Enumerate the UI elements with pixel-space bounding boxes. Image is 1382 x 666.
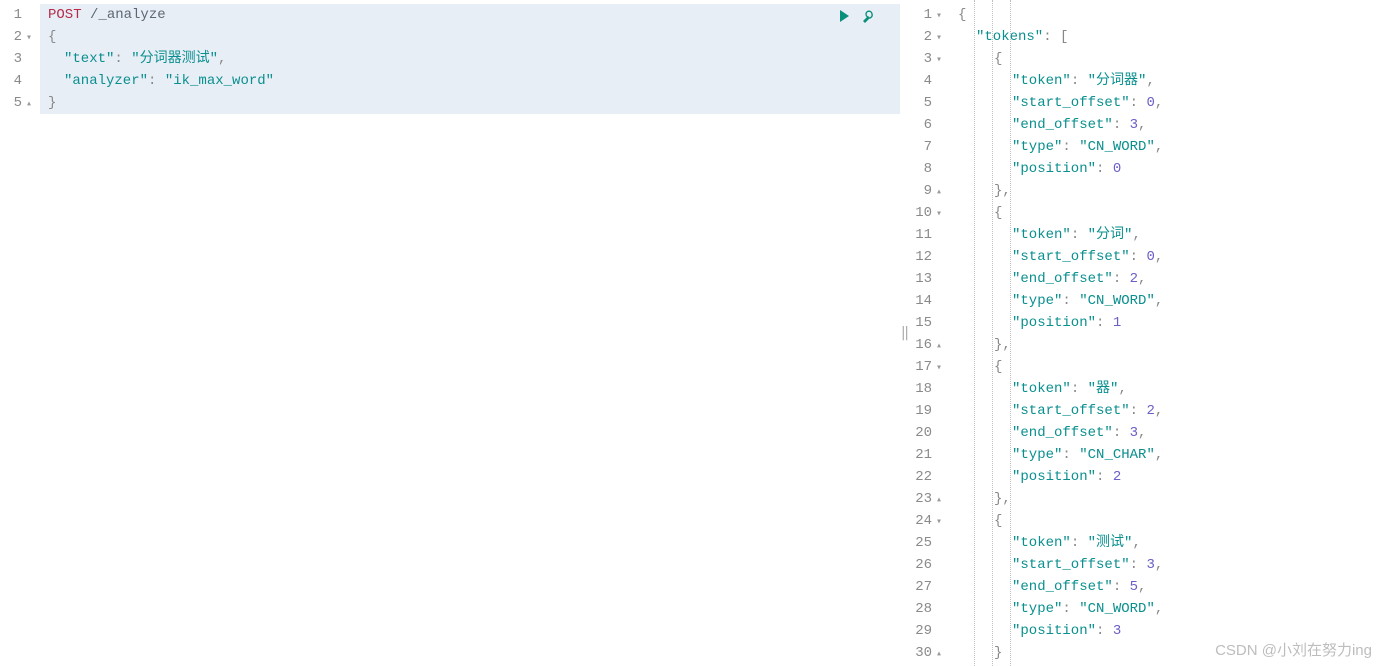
code-line: { (950, 202, 1382, 224)
fold-toggle[interactable]: ▴ (934, 336, 944, 358)
code-line: "token": "分词", (950, 224, 1382, 246)
gutter-line: 17▾ (914, 356, 944, 378)
code-line: "token": "测试", (950, 532, 1382, 554)
code-line: { (950, 510, 1382, 532)
gutter-line: 22 (914, 466, 944, 488)
code-line: "end_offset": 5, (950, 576, 1382, 598)
gutter-line: 5▴ (4, 92, 34, 114)
gutter-line: 10▾ (914, 202, 944, 224)
play-icon (837, 9, 851, 23)
code-line: "end_offset": 3, (950, 422, 1382, 444)
gutter-line: 13 (914, 268, 944, 290)
wrench-icon (862, 8, 878, 24)
fold-toggle[interactable]: ▾ (24, 28, 34, 50)
wrench-button[interactable] (860, 6, 880, 26)
gutter-line: 21 (914, 444, 944, 466)
code-line: "type": "CN_WORD", (950, 598, 1382, 620)
gutter-line: 24▾ (914, 510, 944, 532)
gutter-line: 30▴ (914, 642, 944, 664)
code-line: "type": "CN_WORD", (950, 290, 1382, 312)
gutter-line: 16▴ (914, 334, 944, 356)
code-line: "type": "CN_CHAR", (950, 444, 1382, 466)
gutter-line: 9▴ (914, 180, 944, 202)
response-pane: 1▾2▾3▾456789▴10▾111213141516▴17▾18192021… (910, 0, 1382, 666)
fold-toggle[interactable]: ▴ (934, 182, 944, 204)
code-line: "tokens": [ (950, 26, 1382, 48)
gutter-line: 4 (914, 70, 944, 92)
code-line: "end_offset": 2, (950, 268, 1382, 290)
fold-toggle[interactable]: ▴ (934, 490, 944, 512)
code-line: "start_offset": 0, (950, 246, 1382, 268)
fold-toggle[interactable]: ▾ (934, 6, 944, 28)
code-line: "position": 2 (950, 466, 1382, 488)
code-line: "token": "器", (950, 378, 1382, 400)
request-editor[interactable]: 12▾345▴ POST /_analyze{"text": "分词器测试","… (0, 0, 900, 666)
gutter-line: 15 (914, 312, 944, 334)
code-line: "text": "分词器测试", (40, 48, 900, 70)
code-line: { (950, 48, 1382, 70)
pane-divider[interactable]: ‖ (900, 0, 910, 666)
code-line: "analyzer": "ik_max_word" (40, 70, 900, 92)
console-container: 12▾345▴ POST /_analyze{"text": "分词器测试","… (0, 0, 1382, 666)
code-line: POST /_analyze (40, 4, 900, 26)
gutter-line: 4 (4, 70, 34, 92)
code-line: "start_offset": 3, (950, 554, 1382, 576)
gutter-line: 2▾ (4, 26, 34, 48)
code-line: }, (950, 334, 1382, 356)
gutter-line: 5 (914, 92, 944, 114)
code-line: }, (950, 488, 1382, 510)
request-gutter: 12▾345▴ (0, 0, 40, 666)
code-line: "start_offset": 0, (950, 92, 1382, 114)
code-line: }, (950, 180, 1382, 202)
code-line: "token": "分词器", (950, 70, 1382, 92)
gutter-line: 8 (914, 158, 944, 180)
response-editor[interactable]: 1▾2▾3▾456789▴10▾111213141516▴17▾18192021… (910, 0, 1382, 666)
code-line: { (40, 26, 900, 48)
gutter-line: 25 (914, 532, 944, 554)
gutter-line: 27 (914, 576, 944, 598)
gutter-line: 28 (914, 598, 944, 620)
request-code[interactable]: POST /_analyze{"text": "分词器测试","analyzer… (40, 0, 900, 666)
gutter-line: 3▾ (914, 48, 944, 70)
gutter-line: 11 (914, 224, 944, 246)
response-code: {"tokens": [{"token": "分词器","start_offse… (950, 0, 1382, 666)
fold-toggle[interactable]: ▾ (934, 358, 944, 380)
code-line: } (950, 642, 1382, 664)
fold-toggle[interactable]: ▾ (934, 28, 944, 50)
gutter-line: 14 (914, 290, 944, 312)
code-line: { (950, 4, 1382, 26)
gutter-line: 7 (914, 136, 944, 158)
request-actions (834, 6, 880, 26)
code-line: "start_offset": 2, (950, 400, 1382, 422)
gutter-line: 20 (914, 422, 944, 444)
code-line: { (950, 356, 1382, 378)
gutter-line: 29 (914, 620, 944, 642)
fold-toggle[interactable]: ▴ (24, 94, 34, 116)
gutter-line: 6 (914, 114, 944, 136)
gutter-line: 1 (4, 4, 34, 26)
response-gutter: 1▾2▾3▾456789▴10▾111213141516▴17▾18192021… (910, 0, 950, 666)
fold-toggle[interactable]: ▾ (934, 512, 944, 534)
code-line: "end_offset": 3, (950, 114, 1382, 136)
request-pane: 12▾345▴ POST /_analyze{"text": "分词器测试","… (0, 0, 900, 666)
code-line: } (40, 92, 900, 114)
code-line: "type": "CN_WORD", (950, 136, 1382, 158)
gutter-line: 3 (4, 48, 34, 70)
gutter-line: 2▾ (914, 26, 944, 48)
gutter-line: 18 (914, 378, 944, 400)
code-line: "position": 3 (950, 620, 1382, 642)
gutter-line: 26 (914, 554, 944, 576)
gutter-line: 12 (914, 246, 944, 268)
gutter-line: 19 (914, 400, 944, 422)
gutter-line: 23▴ (914, 488, 944, 510)
fold-toggle[interactable]: ▾ (934, 50, 944, 72)
run-button[interactable] (834, 6, 854, 26)
gutter-line: 1▾ (914, 4, 944, 26)
fold-toggle[interactable]: ▾ (934, 204, 944, 226)
code-line: "position": 0 (950, 158, 1382, 180)
code-line: "position": 1 (950, 312, 1382, 334)
fold-toggle[interactable]: ▴ (934, 644, 944, 666)
